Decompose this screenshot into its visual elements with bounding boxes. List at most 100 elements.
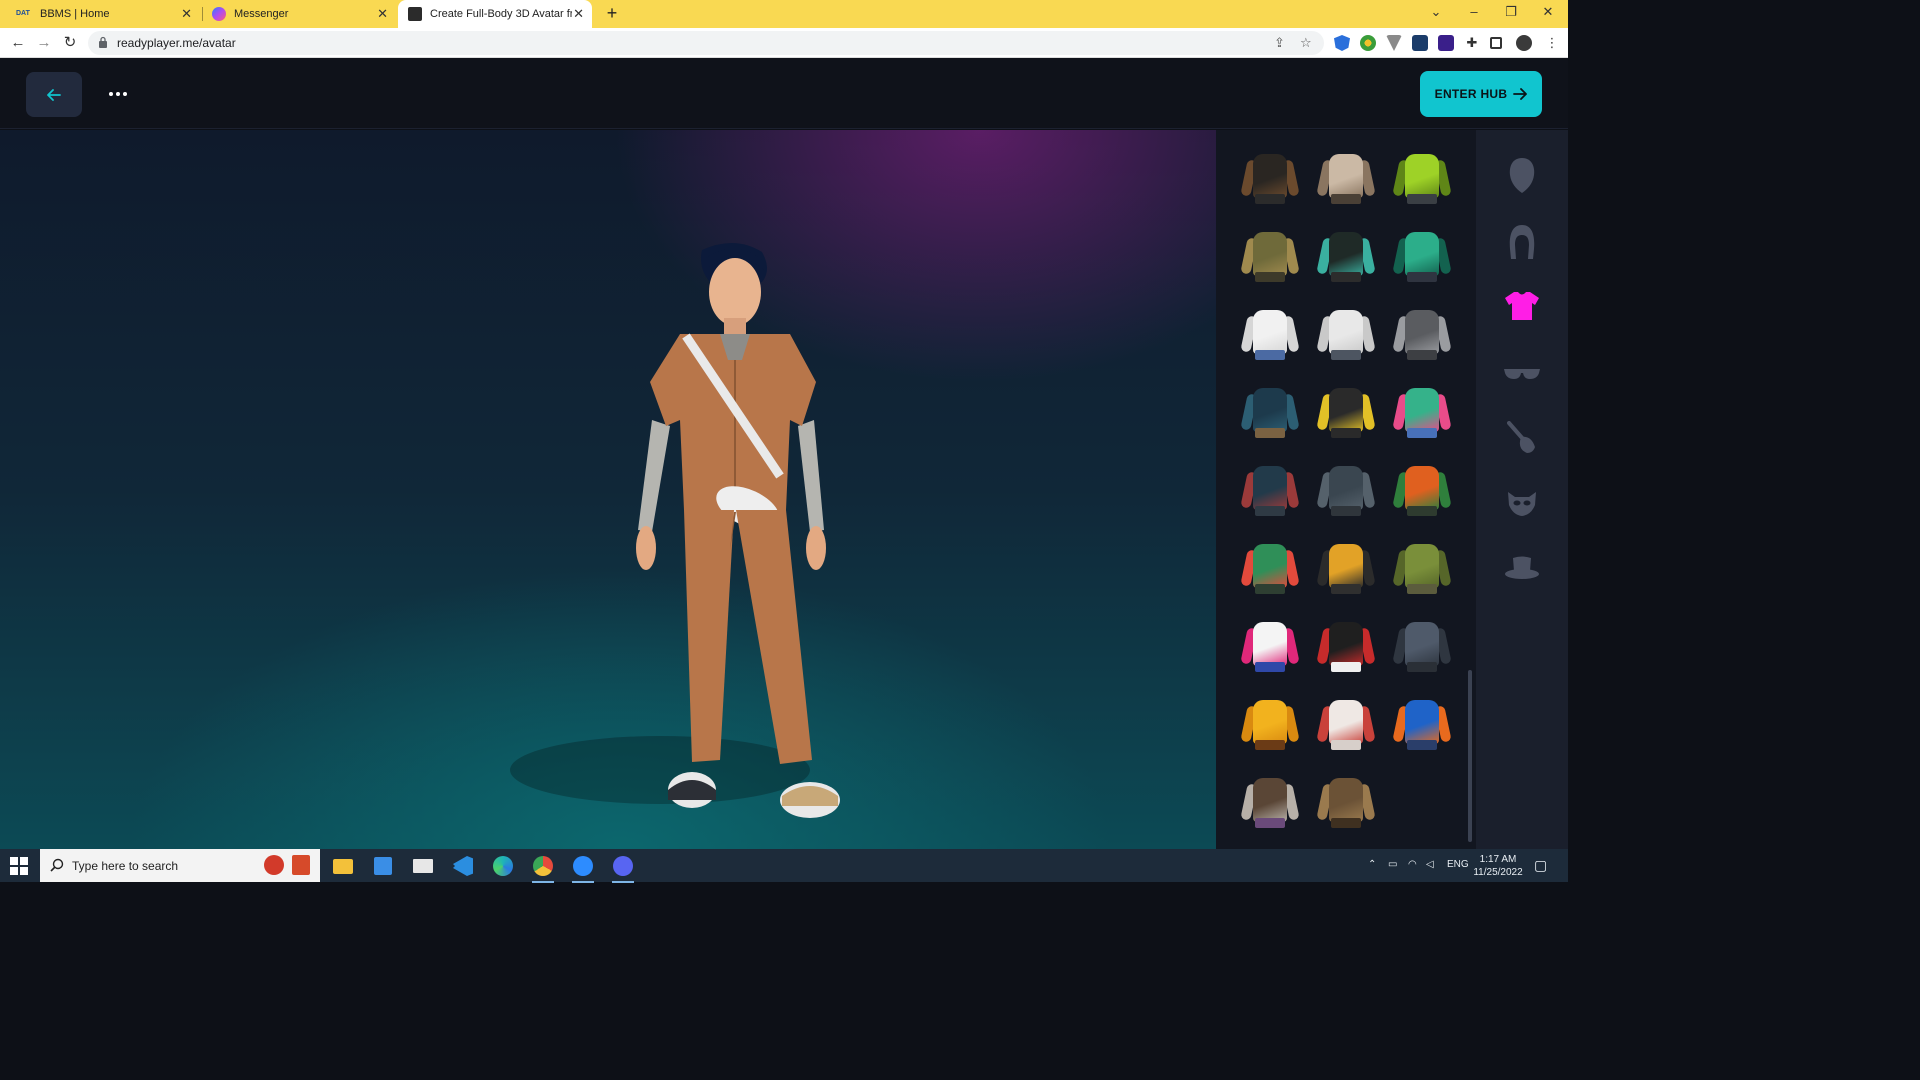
outfit-thumbnail[interactable]: [1240, 304, 1300, 360]
taskbar-search-input[interactable]: Type here to search: [40, 849, 320, 882]
taskbar-app-mail[interactable]: [410, 853, 436, 879]
outfit-thumbnail[interactable]: [1392, 538, 1452, 594]
search-icon: [50, 858, 64, 872]
category-sidebar: [1476, 130, 1568, 849]
outfit-thumbnail[interactable]: [1316, 538, 1376, 594]
url-text: readyplayer.me/avatar: [117, 36, 236, 50]
chevron-down-icon[interactable]: ⌄: [1426, 4, 1446, 20]
category-head[interactable]: [1500, 154, 1544, 198]
lock-icon: [99, 36, 107, 48]
close-tab-icon[interactable]: ✕: [181, 6, 192, 22]
taskbar-app-store[interactable]: [370, 853, 396, 879]
profile-avatar-icon[interactable]: [1516, 35, 1532, 51]
gift-icon[interactable]: [292, 855, 310, 875]
clock-time: 1:17 AM: [1479, 854, 1517, 865]
outfit-thumbnail[interactable]: [1316, 304, 1376, 360]
folder-icon: [333, 858, 353, 874]
outfit-thumbnail[interactable]: [1240, 616, 1300, 672]
outfit-thumbnail[interactable]: [1392, 226, 1452, 282]
notifications-icon[interactable]: ▢: [1534, 857, 1547, 874]
system-clock[interactable]: 1:17 AM 11/25/2022: [1470, 853, 1526, 879]
outfit-thumbnail[interactable]: [1392, 460, 1452, 516]
back-icon[interactable]: ←: [8, 33, 28, 53]
outfit-thumbnail[interactable]: [1240, 382, 1300, 438]
search-placeholder: Type here to search: [72, 859, 179, 873]
outfit-thumbnail[interactable]: [1316, 772, 1376, 828]
outfit-thumbnail[interactable]: [1316, 148, 1376, 204]
outfit-thumbnail[interactable]: [1392, 616, 1452, 672]
outfit-thumbnail[interactable]: [1240, 772, 1300, 828]
enter-hub-button[interactable]: ENTER HUB: [1420, 71, 1542, 117]
category-facewear[interactable]: [1500, 482, 1544, 526]
address-bar[interactable]: readyplayer.me/avatar ⇪ ☆: [88, 31, 1324, 55]
reload-icon[interactable]: ↻: [60, 33, 80, 53]
outfit-thumbnail[interactable]: [1240, 148, 1300, 204]
puzzle-icon[interactable]: ✚: [1464, 35, 1480, 51]
taskbar-app-zoom[interactable]: [570, 853, 596, 883]
battery-icon[interactable]: ▭: [1388, 859, 1397, 870]
vpn-extension-icon[interactable]: [1386, 35, 1402, 51]
more-horizontal-icon[interactable]: [104, 83, 132, 105]
outfit-thumbnail[interactable]: [1392, 148, 1452, 204]
outfit-thumbnail[interactable]: [1316, 226, 1376, 282]
taskbar-app-vscode[interactable]: [450, 853, 476, 879]
extension-icon[interactable]: [1360, 35, 1376, 51]
taskbar-app-file-explorer[interactable]: [330, 853, 356, 879]
zoom-icon: [573, 856, 593, 876]
outfit-panel: [1216, 130, 1476, 849]
close-tab-icon[interactable]: ✕: [573, 6, 584, 22]
outfit-thumbnail[interactable]: [1392, 304, 1452, 360]
kebab-menu-icon[interactable]: ⋮: [1544, 35, 1560, 51]
alarm-clock-icon[interactable]: [264, 855, 284, 875]
wifi-icon[interactable]: ◠: [1408, 859, 1417, 870]
tab-messenger[interactable]: Messenger ✕: [204, 0, 396, 28]
category-hair[interactable]: [1500, 220, 1544, 264]
category-outfit[interactable]: [1500, 284, 1544, 328]
share-icon[interactable]: ⇪: [1274, 35, 1285, 51]
extension-badge-icon[interactable]: [1438, 35, 1454, 51]
bbms-favicon-icon: DAT: [16, 7, 32, 21]
forward-icon[interactable]: →: [34, 33, 54, 53]
avatar-viewport[interactable]: [0, 130, 1216, 849]
taskbar-app-discord[interactable]: [610, 853, 636, 883]
tray-chevron-up-icon[interactable]: ⌃: [1368, 859, 1376, 870]
sidepanel-icon[interactable]: [1490, 37, 1502, 49]
taskbar-app-edge[interactable]: [490, 853, 516, 879]
close-icon[interactable]: ✕: [1538, 4, 1558, 20]
outfit-thumbnail[interactable]: [1392, 694, 1452, 750]
category-makeup[interactable]: [1500, 416, 1544, 460]
star-icon[interactable]: ☆: [1300, 35, 1312, 51]
outfit-thumbnail[interactable]: [1316, 382, 1376, 438]
outfit-thumbnail[interactable]: [1316, 694, 1376, 750]
outfit-thumbnail[interactable]: [1240, 694, 1300, 750]
discord-icon: [613, 856, 633, 876]
arrow-right-icon: [1513, 88, 1528, 100]
windows-start-icon[interactable]: [10, 857, 28, 875]
readyplayerme-favicon-icon: [408, 7, 422, 21]
minimize-icon[interactable]: –: [1464, 4, 1484, 19]
volume-icon[interactable]: ◁: [1426, 859, 1434, 870]
glasses-icon: [1504, 369, 1540, 379]
outfit-thumbnail[interactable]: [1392, 382, 1452, 438]
close-tab-icon[interactable]: ✕: [377, 6, 388, 22]
tab-bbms-home[interactable]: DAT BBMS | Home ✕: [0, 0, 200, 28]
outfit-thumbnail[interactable]: [1240, 226, 1300, 282]
outfit-thumbnail[interactable]: [1316, 616, 1376, 672]
tab-ready-player-me[interactable]: Create Full-Body 3D Avatar from ✕: [398, 0, 592, 28]
scrollbar-thumb[interactable]: [1468, 670, 1472, 842]
shield-extension-icon[interactable]: [1334, 35, 1350, 51]
back-button[interactable]: [26, 72, 82, 117]
restore-icon[interactable]: ❐: [1501, 4, 1521, 20]
outfit-thumbnail[interactable]: [1316, 460, 1376, 516]
hair-icon: [1509, 225, 1535, 259]
outfit-thumbnail[interactable]: [1240, 460, 1300, 516]
avatar-3d-model[interactable]: [480, 230, 940, 840]
category-headwear[interactable]: [1500, 546, 1544, 590]
outfit-thumbnail[interactable]: [1240, 538, 1300, 594]
category-glasses[interactable]: [1500, 352, 1544, 396]
extension-icon[interactable]: [1412, 35, 1428, 51]
tab-title: Messenger: [234, 8, 289, 20]
taskbar-app-chrome[interactable]: [530, 853, 556, 883]
language-indicator[interactable]: ENG: [1447, 859, 1469, 870]
plus-icon[interactable]: +: [602, 3, 622, 24]
